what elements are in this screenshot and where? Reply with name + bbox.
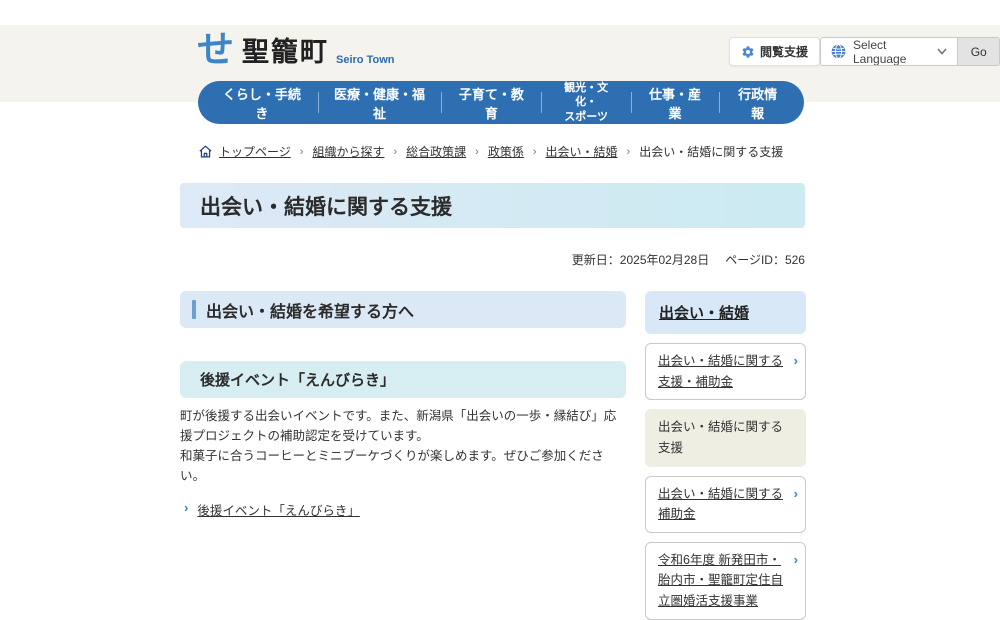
body-paragraph-2: 和菓子に合うコーヒーとミニブーケづくりが楽しめます。ぜひご参加ください。 (180, 449, 604, 483)
nav-item-gyousei[interactable]: 行政情報 (719, 81, 796, 124)
chevron-right-icon: › (184, 500, 189, 515)
page-id: ページID：526 (725, 253, 805, 267)
sidebar-item-hojokin[interactable]: 出会い・結婚に関する補助金 › (645, 475, 806, 533)
section-heading-text: 出会い・結婚を希望する方へ (206, 303, 415, 321)
sidebar-title-card[interactable]: 出会い・結婚 (645, 291, 806, 334)
gear-icon (741, 45, 755, 59)
nav-item-kankou[interactable]: 観光・文化・ スポーツ (541, 81, 630, 124)
sidebar-item-konkatsu-jigyou[interactable]: 令和6年度 新発田市・胎内市・聖籠町定住自立圏婚活支援事業 › (645, 541, 806, 620)
site-title: 聖籠町 (242, 37, 329, 68)
language-select-label: Select Language (853, 37, 907, 66)
language-select[interactable]: Select Language (821, 38, 957, 65)
sidebar: 出会い・結婚 出会い・結婚に関する支援・補助金 › 出会い・結婚に関する支援 出… (645, 291, 806, 620)
nav-item-shigoto[interactable]: 仕事・産業 (630, 81, 719, 124)
home-icon[interactable] (198, 144, 213, 159)
body-paragraph-1: 町が後援する出会いイベントです。また、新潟県「出会いの一歩・縁結び」応援プロジェ… (180, 409, 617, 443)
language-go-button[interactable]: Go (957, 38, 999, 65)
chevron-down-icon (937, 48, 948, 55)
sidebar-item-shien-hojokin[interactable]: 出会い・結婚に関する支援・補助金 › (645, 343, 806, 401)
nav-item-kurashi[interactable]: くらし・手続き (206, 81, 318, 124)
accessibility-support-label: 閲覧支援 (760, 45, 809, 59)
site-subtitle: Seiro Town (336, 54, 395, 66)
breadcrumb-link-soshiki[interactable]: 組織から探す (312, 143, 384, 160)
sidebar-title-link[interactable]: 出会い・結婚 (659, 305, 749, 322)
nav-item-kosodate[interactable]: 子育て・教育 (441, 81, 541, 124)
breadcrumb-link-deai[interactable]: 出会い・結婚 (546, 143, 618, 160)
subsection-heading: 後援イベント「えんびらき」 (180, 361, 626, 398)
breadcrumb-separator: › (299, 145, 304, 158)
section-heading: 出会い・結婚を希望する方へ (180, 291, 626, 328)
event-link-label: 後援イベント「えんびらき」 (197, 504, 360, 518)
chevron-right-icon: › (793, 353, 798, 368)
breadcrumb-separator: › (475, 145, 479, 158)
page-title: 出会い・結婚に関する支援 (180, 183, 805, 228)
global-nav: くらし・手続き 医療・健康・福祉 子育て・教育 観光・文化・ スポーツ 仕事・産… (198, 81, 804, 124)
updated-date: 更新日：2025年02月28日 (571, 253, 710, 267)
breadcrumb-separator: › (626, 145, 631, 158)
chevron-right-icon: › (793, 485, 798, 501)
language-widget: Select Language Go (820, 37, 1000, 66)
site-logo[interactable]: せ 聖籠町 Seiro Town (197, 31, 394, 68)
page-meta: 更新日：2025年02月28日 ページID：526 (572, 251, 805, 268)
nav-item-iryou[interactable]: 医療・健康・福祉 (317, 81, 442, 124)
town-emblem-icon: せ (197, 29, 234, 70)
breadcrumb-separator: › (393, 145, 398, 158)
heading-accent-bar (192, 300, 196, 319)
main-content: 出会い・結婚を希望する方へ 後援イベント「えんびらき」 町が後援する出会いイベン… (180, 291, 626, 519)
breadcrumb-current: 出会い・結婚に関する支援 (639, 145, 784, 159)
breadcrumb-link-top[interactable]: トップページ (219, 143, 291, 160)
breadcrumb: トップページ › 組織から探す › 総合政策課 › 政策係 › 出会い・結婚 ›… (198, 143, 783, 160)
chevron-right-icon: › (793, 551, 798, 567)
globe-icon (831, 44, 846, 59)
breadcrumb-link-sougou[interactable]: 総合政策課 (406, 143, 466, 160)
breadcrumb-separator: › (532, 145, 537, 158)
accessibility-support-button[interactable]: 閲覧支援 (729, 37, 821, 66)
event-link[interactable]: › 後援イベント「えんびらき」 (180, 500, 626, 519)
sidebar-item-shien-current: 出会い・結婚に関する支援 (645, 409, 806, 467)
breadcrumb-link-seisaku[interactable]: 政策係 (488, 143, 524, 160)
